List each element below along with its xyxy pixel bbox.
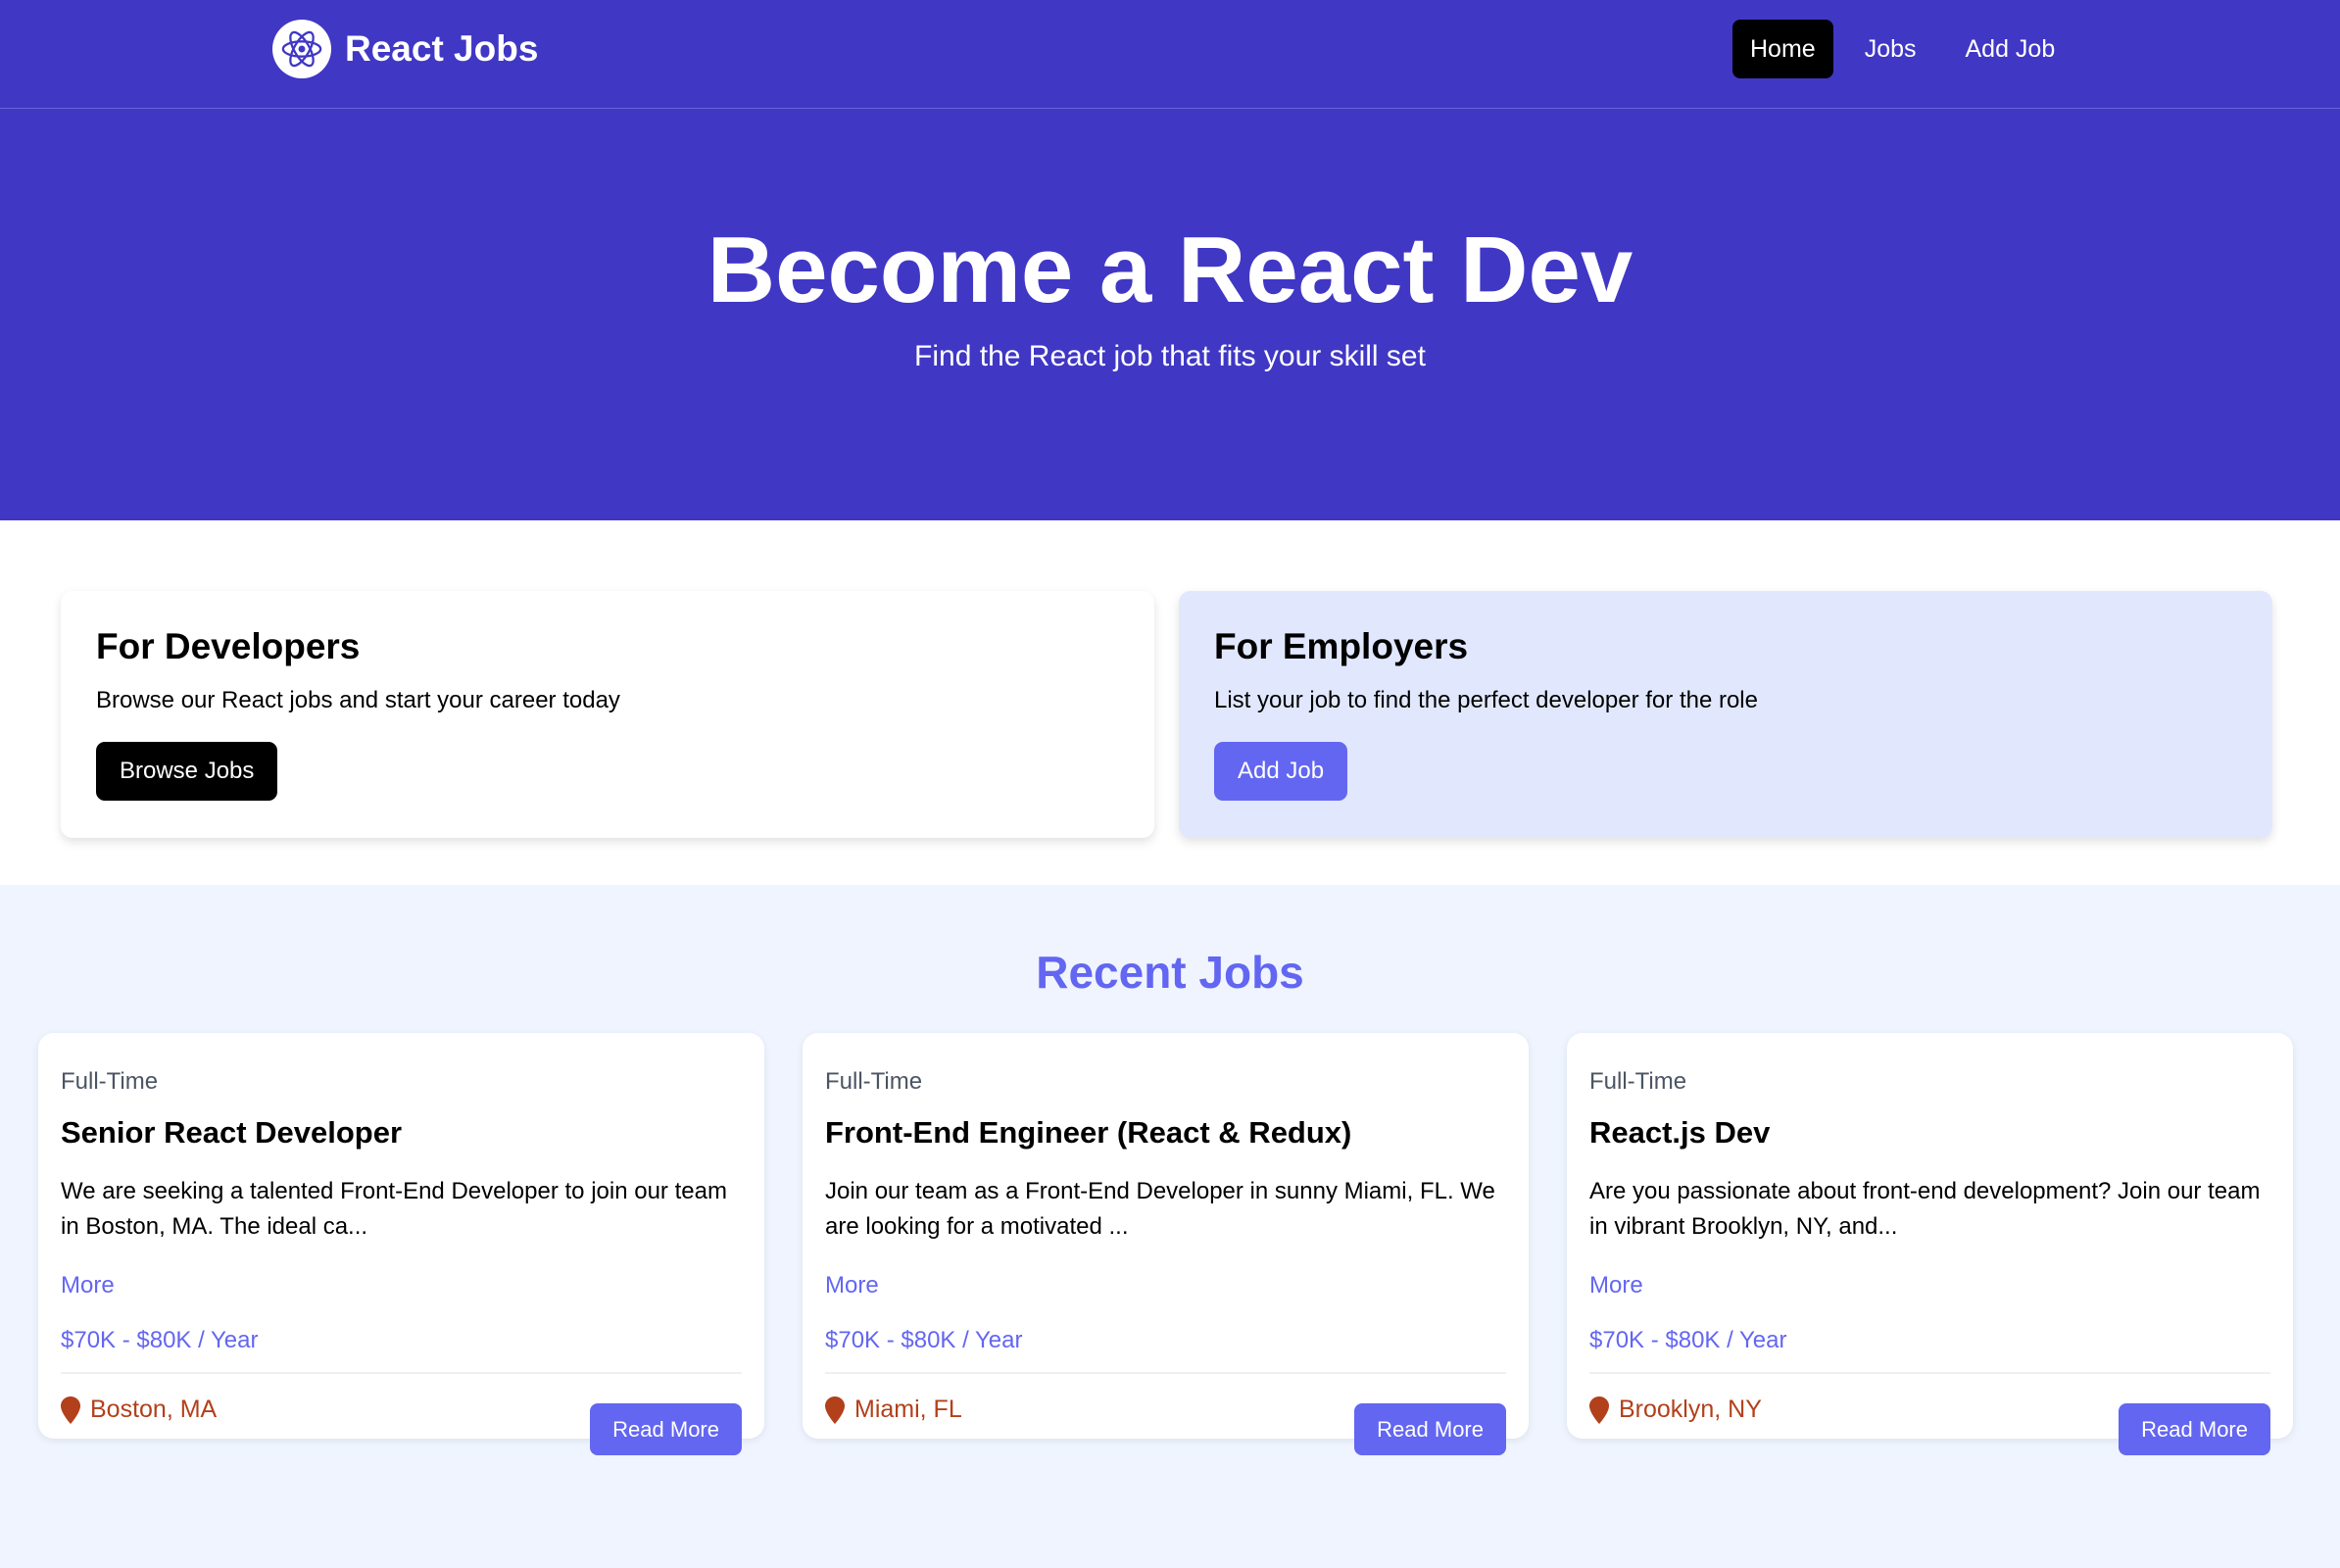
map-marker-icon: [61, 1396, 80, 1424]
read-more-button[interactable]: Read More: [1354, 1403, 1506, 1455]
map-marker-icon: [825, 1396, 845, 1424]
job-card: Full-Time Senior React Developer We are …: [38, 1033, 764, 1455]
nav-home-link[interactable]: Home: [1732, 20, 1833, 78]
job-card: Full-Time Front-End Engineer (React & Re…: [803, 1033, 1529, 1455]
read-more-button[interactable]: Read More: [2119, 1403, 2270, 1455]
job-salary: $70K - $80K / Year: [61, 1327, 259, 1353]
hero-section: Become a React Dev Find the React job th…: [0, 109, 2340, 520]
audience-cards-section: For Developers Browse our React jobs and…: [0, 520, 2340, 885]
job-description: Are you passionate about front-end devel…: [1589, 1178, 2261, 1240]
read-more-button[interactable]: Read More: [590, 1403, 742, 1455]
job-description: We are seeking a talented Front-End Deve…: [61, 1178, 727, 1240]
brand-logo-link[interactable]: React Jobs: [272, 20, 538, 78]
job-more-toggle[interactable]: More: [61, 1272, 115, 1299]
recent-jobs-section: Recent Jobs Full-Time Senior React Devel…: [0, 885, 2340, 1568]
nav-links: Home Jobs Add Job: [1732, 20, 2086, 78]
job-location-text: Brooklyn, NY: [1619, 1396, 1762, 1423]
job-title: Front-End Engineer (React & Redux): [825, 1115, 1352, 1150]
react-logo-icon: [272, 20, 331, 78]
job-salary: $70K - $80K / Year: [825, 1327, 1023, 1353]
job-card: Full-Time React.js Dev Are you passionat…: [1567, 1033, 2293, 1455]
map-marker-icon: [1589, 1396, 1609, 1424]
job-title: Senior React Developer: [61, 1115, 403, 1150]
job-description: Join our team as a Front-End Developer i…: [825, 1178, 1495, 1240]
job-type: Full-Time: [1589, 1068, 1687, 1095]
job-location: Boston, MA: [61, 1396, 217, 1424]
recent-jobs-heading: Recent Jobs: [1036, 947, 1304, 998]
employers-card-title: For Employers: [1214, 626, 1469, 666]
developers-card-title: For Developers: [96, 626, 361, 666]
job-more-toggle[interactable]: More: [1589, 1272, 1643, 1299]
job-location: Miami, FL: [825, 1396, 962, 1424]
browse-jobs-button[interactable]: Browse Jobs: [96, 742, 278, 801]
job-salary: $70K - $80K / Year: [1589, 1327, 1787, 1353]
add-job-button[interactable]: Add Job: [1214, 742, 1348, 801]
developers-card-text: Browse our React jobs and start your car…: [96, 687, 620, 713]
employers-card-text: List your job to find the perfect develo…: [1214, 687, 1758, 713]
job-title: React.js Dev: [1589, 1115, 1771, 1150]
hero-title: Become a React Dev: [707, 218, 1633, 322]
job-footer: Boston, MA Read More: [61, 1374, 742, 1462]
job-footer: Miami, FL Read More: [825, 1374, 1506, 1462]
brand-name: React Jobs: [345, 28, 539, 69]
job-location-text: Miami, FL: [854, 1396, 962, 1423]
developers-card: For Developers Browse our React jobs and…: [61, 591, 1154, 838]
job-location: Brooklyn, NY: [1589, 1396, 1762, 1424]
job-footer: Brooklyn, NY Read More: [1589, 1374, 2270, 1462]
nav-add-job-link[interactable]: Add Job: [1948, 20, 2073, 78]
job-type: Full-Time: [61, 1068, 159, 1095]
nav-jobs-link[interactable]: Jobs: [1847, 20, 1934, 78]
top-navbar: React Jobs Home Jobs Add Job: [0, 0, 2340, 109]
employers-card: For Employers List your job to find the …: [1179, 591, 2272, 838]
hero-subtitle: Find the React job that fits your skill …: [914, 340, 1426, 372]
job-more-toggle[interactable]: More: [825, 1272, 879, 1299]
job-location-text: Boston, MA: [90, 1396, 218, 1423]
job-type: Full-Time: [825, 1068, 923, 1095]
